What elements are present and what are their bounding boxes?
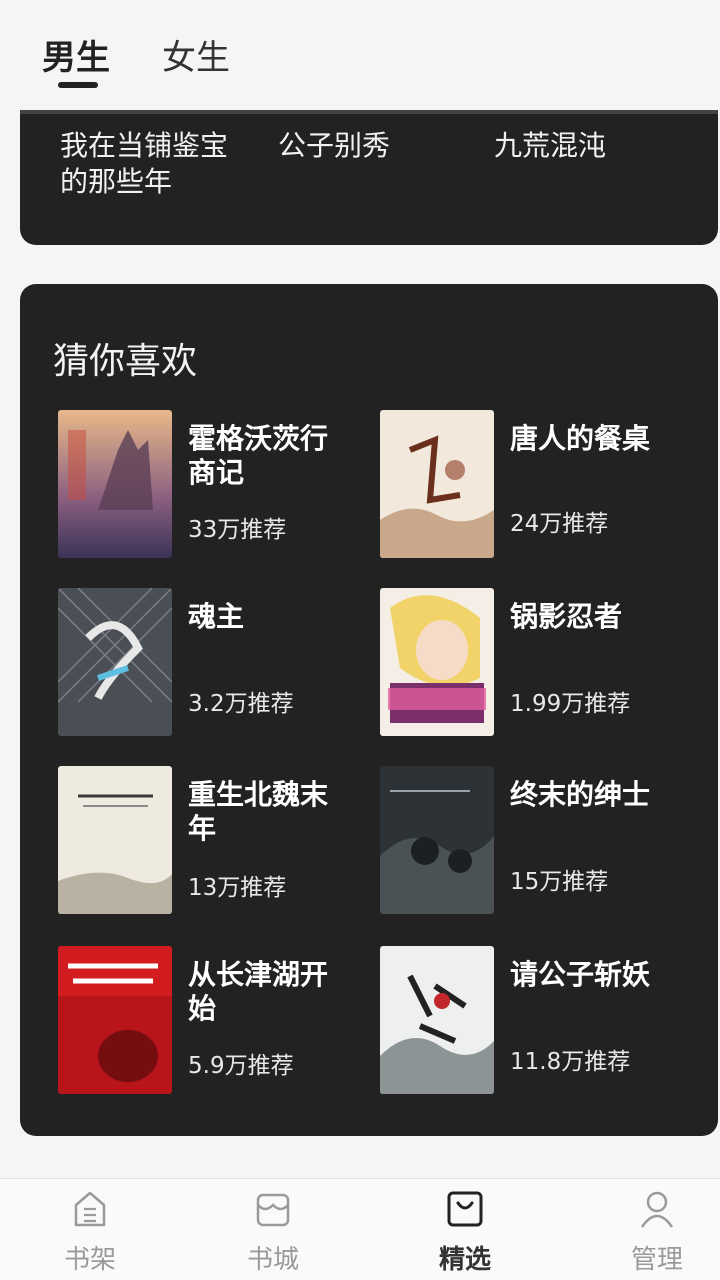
book-title[interactable]: 唐人的餐桌 [510, 422, 670, 456]
book-cover[interactable] [58, 588, 172, 736]
book-item[interactable]: 请公子斩妖 11.8万推荐 [380, 946, 680, 1096]
book-title[interactable]: 重生北魏末年 [188, 778, 348, 846]
book-recommend-count: 3.2万推荐 [188, 691, 294, 717]
book-cover[interactable] [380, 766, 494, 914]
nav-item-manage[interactable]: 管理 [567, 1179, 720, 1280]
cover-strip [20, 110, 718, 114]
book-title[interactable]: 请公子斩妖 [510, 958, 670, 992]
store-icon[interactable] [255, 1189, 291, 1229]
book-recommend-count: 1.99万推荐 [510, 691, 631, 717]
book-item[interactable]: 唐人的餐桌 24万推荐 [380, 410, 680, 560]
nav-item-featured[interactable]: 精选 [375, 1179, 555, 1280]
nav-label: 精选 [438, 1245, 491, 1275]
book-item[interactable]: 霍格沃茨行商记 33万推荐 [58, 410, 358, 560]
tab-male[interactable]: 男生 [42, 30, 110, 79]
book-recommend-count: 5.9万推荐 [188, 1053, 294, 1079]
book-title[interactable]: 霍格沃茨行商记 [188, 422, 348, 490]
tab-female[interactable]: 女生 [162, 30, 230, 79]
book-title[interactable]: 锅影忍者 [510, 600, 670, 634]
gender-tab-bar: 男生 女生 [0, 0, 720, 110]
book-recommend-count: 33万推荐 [188, 517, 287, 543]
section-title: 猜你喜欢 [53, 341, 198, 382]
top-book-1[interactable]: 我在当铺鉴宝的那些年 [60, 128, 250, 200]
book-cover[interactable] [380, 588, 494, 736]
book-cover[interactable] [58, 410, 172, 558]
book-cover[interactable] [58, 766, 172, 914]
nav-label: 管理 [630, 1245, 683, 1275]
book-title[interactable]: 魂主 [188, 600, 348, 634]
book-item[interactable]: 终末的绅士 15万推荐 [380, 766, 680, 916]
top-book-3[interactable]: 九荒混沌 [494, 128, 684, 164]
featured-icon[interactable] [447, 1189, 483, 1229]
top-book-2[interactable]: 公子别秀 [278, 128, 468, 164]
book-cover[interactable] [58, 946, 172, 1094]
book-item[interactable]: 从长津湖开始 5.9万推荐 [58, 946, 358, 1096]
book-cover[interactable] [380, 410, 494, 558]
user-icon[interactable] [639, 1189, 675, 1229]
nav-item-bookshelf[interactable]: 书架 [0, 1179, 180, 1280]
book-recommend-count: 15万推荐 [510, 869, 609, 895]
book-title[interactable]: 从长津湖开始 [188, 958, 348, 1026]
nav-label: 书城 [246, 1245, 299, 1275]
book-cover[interactable] [380, 946, 494, 1094]
book-item[interactable]: 魂主 3.2万推荐 [58, 588, 358, 738]
book-recommend-count: 24万推荐 [510, 511, 609, 537]
book-item[interactable]: 重生北魏末年 13万推荐 [58, 766, 358, 916]
book-item[interactable]: 锅影忍者 1.99万推荐 [380, 588, 680, 738]
nav-item-store[interactable]: 书城 [183, 1179, 363, 1280]
book-recommend-count: 13万推荐 [188, 875, 287, 901]
book-recommend-count: 11.8万推荐 [510, 1049, 631, 1075]
tab-active-indicator [58, 82, 98, 88]
bookshelf-icon[interactable] [72, 1189, 108, 1229]
bottom-nav: 书架 书城 精选 管理 [0, 1178, 720, 1280]
book-title[interactable]: 终末的绅士 [510, 778, 670, 812]
nav-label: 书架 [63, 1245, 116, 1275]
